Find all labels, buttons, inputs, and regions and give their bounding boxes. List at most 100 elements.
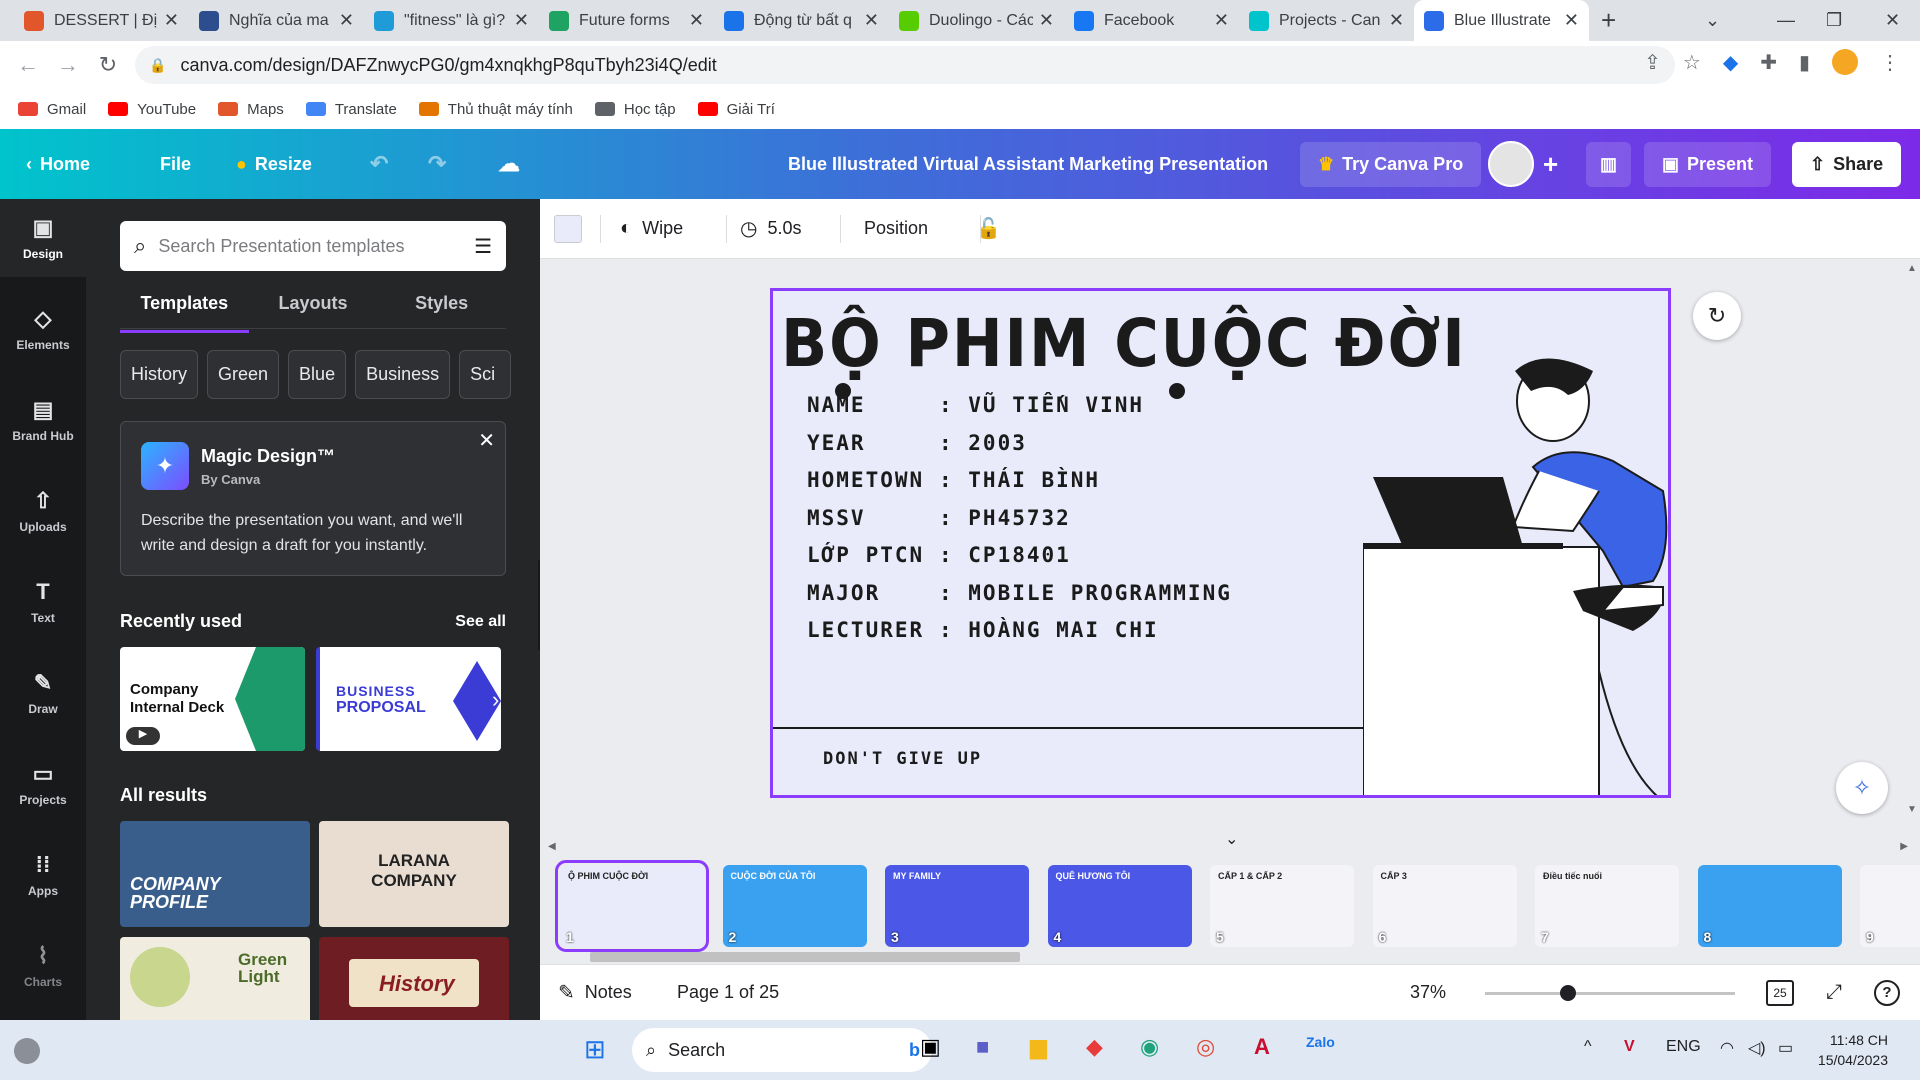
tab-layouts[interactable]: Layouts [249, 287, 378, 333]
scroll-left-icon[interactable]: ◀ [548, 841, 556, 852]
rail-item-brand-hub[interactable]: ▤ Brand Hub [0, 381, 86, 459]
magic-design-card[interactable]: ✦ Magic Design™ By Canva Describe the pr… [120, 421, 506, 576]
filter-icon[interactable]: ☰ [474, 234, 492, 259]
result-green-light[interactable]: Green Light [120, 937, 310, 1020]
add-collaborator-icon[interactable]: + [1543, 149, 1558, 180]
collapse-pages-icon[interactable]: ⌄ [1225, 829, 1238, 849]
magic-assistant-icon[interactable]: ✧ [1836, 762, 1888, 814]
bookmark-item[interactable]: Gmail [18, 101, 86, 118]
close-window-button[interactable]: ✕ [1885, 0, 1900, 41]
zalo-icon[interactable]: Zalo [1306, 1034, 1335, 1050]
category-chip[interactable]: History [120, 350, 199, 399]
chrome-icon[interactable]: ◎ [1196, 1034, 1215, 1060]
url-field[interactable]: 🔒 canva.com/design/DAFZnwycPG0/gm4xnqkhg… [135, 46, 1675, 84]
taskbar-search[interactable]: ⌕ Search b [632, 1028, 932, 1072]
lock-icon[interactable]: 🔓 [976, 216, 1001, 241]
profile-avatar[interactable] [1832, 49, 1858, 75]
zoom-slider-handle[interactable] [1560, 985, 1576, 1001]
horizontal-scrollbar[interactable] [590, 950, 1890, 962]
teams-icon[interactable]: ■ [976, 1034, 989, 1060]
undo-icon[interactable]: ↶ [370, 151, 388, 177]
close-icon[interactable]: ✕ [1214, 10, 1229, 31]
bookmark-item[interactable]: Translate [305, 101, 397, 118]
tray-app-icon[interactable]: V [1624, 1038, 1635, 1056]
analytics-icon[interactable]: ▥ [1586, 141, 1632, 187]
page-indicator[interactable]: Page 1 of 25 [677, 982, 779, 1003]
result-company-profile[interactable]: COMPANY PROFILE [120, 821, 310, 927]
slide-info-row[interactable]: NAME: VŨ TIẾN VINH [807, 393, 1144, 417]
rail-item-text[interactable]: T Text [0, 563, 86, 641]
close-icon[interactable]: ✕ [339, 10, 354, 31]
battery-icon[interactable]: ▭ [1778, 1038, 1793, 1058]
close-icon[interactable]: ✕ [1389, 10, 1404, 31]
background-color-swatch[interactable] [554, 214, 582, 243]
person-laptop-illustration[interactable] [1363, 351, 1671, 798]
slide-info-row[interactable]: LECTURER: HOÀNG MAI CHI [807, 618, 1159, 642]
side-panel-icon[interactable]: ▮ [1799, 50, 1810, 75]
share-page-icon[interactable]: ⇪ [1644, 50, 1661, 75]
close-icon[interactable]: ✕ [689, 10, 704, 31]
file-menu-button[interactable]: File [160, 154, 191, 175]
home-button[interactable]: ‹ Home [26, 154, 90, 175]
slide-info-row[interactable]: LỚP PTCN: CP18401 [807, 543, 1071, 567]
result-history[interactable]: History [319, 937, 509, 1020]
transition-button[interactable]: ◐ Wipe [620, 217, 683, 240]
zoom-slider-track[interactable] [1485, 992, 1735, 995]
fullscreen-icon[interactable]: ⤢ [1826, 981, 1842, 1004]
chevron-right-icon[interactable]: › [492, 687, 499, 713]
close-icon[interactable]: ✕ [478, 428, 495, 453]
minimize-button[interactable]: — [1777, 0, 1795, 41]
app-diamond-icon[interactable]: ◆ [1086, 1034, 1103, 1060]
page-thumbnail[interactable]: 8 [1697, 865, 1842, 947]
timing-button[interactable]: ◷ 5.0s [740, 216, 801, 241]
menu-dots-icon[interactable]: ⋮ [1880, 50, 1900, 75]
close-icon[interactable]: ✕ [1039, 10, 1054, 31]
browser-tab[interactable]: Projects - Can ✕ [1239, 0, 1414, 41]
slide-info-row[interactable]: YEAR: 2003 [807, 431, 1027, 455]
notes-button[interactable]: ✎ Notes [558, 980, 632, 1005]
back-icon[interactable]: ← [8, 52, 48, 78]
wifi-icon[interactable]: ◠ [1720, 1038, 1734, 1058]
vertical-scrollbar[interactable]: ▲ ▼ [1902, 259, 1920, 819]
slide-motto[interactable]: DON'T GIVE UP [823, 749, 982, 769]
weather-icon[interactable] [14, 1038, 40, 1064]
browser-tab[interactable]: Future forms ✕ [539, 0, 714, 41]
extension-drop-icon[interactable]: ◆ [1723, 50, 1738, 75]
page-thumbnail[interactable]: Điều tiếc nuối 7 [1535, 865, 1679, 947]
page-thumbnail[interactable]: 9 [1860, 865, 1920, 947]
page-thumbnail[interactable]: CUỘC ĐỜI CỦA TÔI 2 [722, 865, 867, 947]
bookmark-item[interactable]: Thủ thuật máy tính [418, 101, 573, 118]
category-chip[interactable]: Blue [288, 350, 347, 399]
browser-tab[interactable]: Nghĩa của ma ✕ [189, 0, 364, 41]
bookmark-item[interactable]: Maps [218, 101, 284, 118]
try-canva-pro-button[interactable]: ♛ Try Canva Pro [1300, 141, 1482, 187]
extensions-puzzle-icon[interactable]: ✚ [1760, 50, 1777, 75]
recent-template-business-proposal[interactable]: BUSINESS PROPOSAL [316, 647, 501, 751]
browser-tab[interactable]: DESSERT | Định ✕ [14, 0, 189, 41]
recent-template-company-deck[interactable]: Company Internal Deck ▶ [120, 647, 305, 751]
browser-tab[interactable]: Facebook ✕ [1064, 0, 1239, 41]
reload-icon[interactable]: ↻ [88, 52, 128, 78]
tab-search-icon[interactable]: ⌄ [1705, 0, 1720, 41]
position-button[interactable]: Position [864, 218, 928, 239]
regenerate-icon[interactable]: ↻ [1693, 292, 1741, 340]
scroll-right-icon[interactable]: ▶ [1900, 841, 1908, 852]
browser-tab[interactable]: "fitness" là gì? ✕ [364, 0, 539, 41]
share-button[interactable]: ⇧ Share [1792, 141, 1902, 187]
task-view-icon[interactable]: ▣ [920, 1034, 941, 1060]
present-button[interactable]: ▣ Present [1644, 141, 1772, 187]
close-icon[interactable]: ✕ [864, 10, 879, 31]
tray-chevron-icon[interactable]: ^ [1584, 1038, 1592, 1056]
slide-info-row[interactable]: HOMETOWN: THÁI BÌNH [807, 468, 1100, 492]
browser-tab[interactable]: Duolingo - Các ✕ [889, 0, 1064, 41]
result-larana-company[interactable]: LARANA COMPANY [319, 821, 509, 927]
maximize-button[interactable]: ❐ [1826, 0, 1842, 41]
slide-info-row[interactable]: MSSV: PH45732 [807, 506, 1071, 530]
page-thumbnail[interactable]: CẤP 1 & CẤP 2 5 [1210, 865, 1354, 947]
page-thumbnail[interactable]: MY FAMILY 3 [885, 865, 1029, 947]
category-chip[interactable]: Green [207, 350, 280, 399]
system-clock[interactable]: 11:48 CH 15/04/2023 [1818, 1030, 1888, 1070]
rail-item-design[interactable]: ▣ Design [0, 199, 86, 277]
resize-button[interactable]: ● Resize [236, 154, 312, 175]
language-indicator[interactable]: ENG [1666, 1038, 1701, 1056]
